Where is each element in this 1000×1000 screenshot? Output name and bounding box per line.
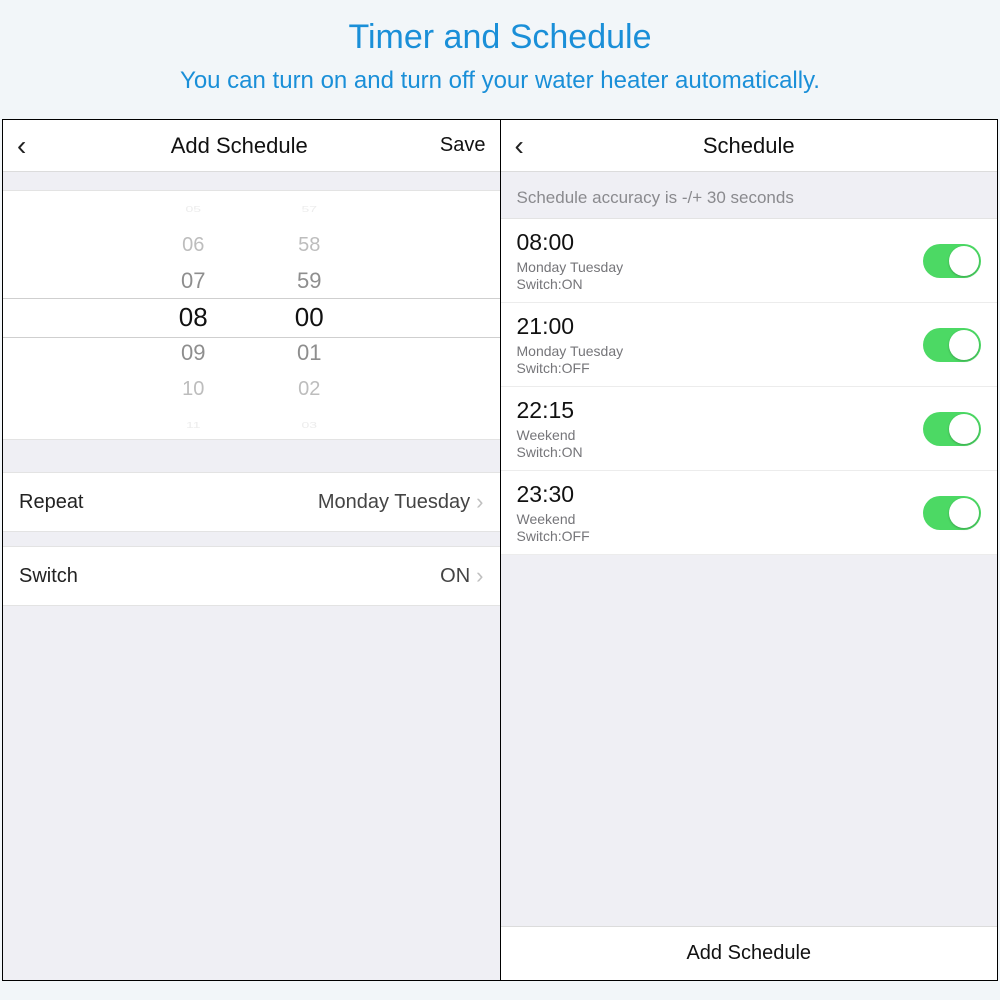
screenshots-row: ‹ Add Schedule Save 05 06 07 08 09 10 11…: [2, 119, 998, 981]
schedule-switch-state: Switch:ON: [517, 444, 924, 460]
page-title: Schedule: [551, 133, 948, 159]
schedule-days: Monday Tuesday: [517, 259, 924, 275]
picker-option[interactable]: 09: [148, 335, 238, 371]
repeat-row[interactable]: Repeat Monday Tuesday ›: [3, 472, 500, 532]
schedule-item[interactable]: 22:15 Weekend Switch:ON: [501, 387, 998, 471]
enable-toggle[interactable]: [923, 244, 981, 278]
schedule-switch-state: Switch:OFF: [517, 360, 924, 376]
schedule-switch-state: Switch:OFF: [517, 528, 924, 544]
picker-option[interactable]: 06: [148, 227, 238, 263]
schedule-item[interactable]: 23:30 Weekend Switch:OFF: [501, 471, 998, 555]
marketing-banner: Timer and Schedule You can turn on and t…: [0, 0, 1000, 109]
page-title: Add Schedule: [53, 133, 426, 159]
picker-option[interactable]: 03: [264, 414, 354, 436]
schedule-list-screen: ‹ Schedule Schedule accuracy is -/+ 30 s…: [500, 120, 998, 980]
picker-option-selected[interactable]: 08: [148, 299, 238, 335]
schedule-time: 22:15: [517, 397, 924, 424]
back-button[interactable]: ‹: [515, 132, 551, 160]
schedule-time: 08:00: [517, 229, 924, 256]
chevron-right-icon: ›: [476, 489, 483, 515]
save-button[interactable]: Save: [426, 134, 486, 157]
picker-option[interactable]: 05: [148, 198, 238, 220]
picker-selection-band: [3, 298, 500, 338]
picker-option[interactable]: 58: [264, 227, 354, 263]
picker-option-selected[interactable]: 00: [264, 299, 354, 335]
navbar: ‹ Schedule: [501, 120, 998, 172]
banner-title: Timer and Schedule: [0, 18, 1000, 57]
schedule-days: Weekend: [517, 511, 924, 527]
switch-row[interactable]: Switch ON ›: [3, 546, 500, 606]
picker-option[interactable]: 10: [148, 371, 238, 407]
back-button[interactable]: ‹: [17, 132, 53, 160]
enable-toggle[interactable]: [923, 328, 981, 362]
schedule-switch-state: Switch:ON: [517, 276, 924, 292]
picker-option[interactable]: 02: [264, 371, 354, 407]
picker-option[interactable]: 01: [264, 335, 354, 371]
picker-option[interactable]: 59: [264, 263, 354, 299]
repeat-label: Repeat: [19, 491, 318, 514]
picker-option[interactable]: 57: [264, 198, 354, 220]
add-schedule-button[interactable]: Add Schedule: [501, 926, 998, 980]
schedule-item[interactable]: 21:00 Monday Tuesday Switch:OFF: [501, 303, 998, 387]
chevron-right-icon: ›: [476, 563, 483, 589]
switch-value: ON: [440, 565, 470, 588]
enable-toggle[interactable]: [923, 496, 981, 530]
repeat-value: Monday Tuesday: [318, 491, 470, 514]
picker-option[interactable]: 07: [148, 263, 238, 299]
picker-option[interactable]: 11: [148, 414, 238, 436]
accuracy-note: Schedule accuracy is -/+ 30 seconds: [501, 172, 998, 218]
schedule-item[interactable]: 08:00 Monday Tuesday Switch:ON: [501, 219, 998, 303]
enable-toggle[interactable]: [923, 412, 981, 446]
schedule-time: 21:00: [517, 313, 924, 340]
schedule-days: Weekend: [517, 427, 924, 443]
navbar: ‹ Add Schedule Save: [3, 120, 500, 172]
add-schedule-screen: ‹ Add Schedule Save 05 06 07 08 09 10 11…: [3, 120, 500, 980]
switch-label: Switch: [19, 565, 440, 588]
time-picker[interactable]: 05 06 07 08 09 10 11 57 58 59 00 01 02 0…: [3, 190, 500, 440]
hour-wheel[interactable]: 05 06 07 08 09 10 11: [148, 191, 238, 439]
schedule-days: Monday Tuesday: [517, 343, 924, 359]
schedule-list: 08:00 Monday Tuesday Switch:ON 21:00 Mon…: [501, 218, 998, 555]
minute-wheel[interactable]: 57 58 59 00 01 02 03: [264, 191, 354, 439]
banner-subtitle: You can turn on and turn off your water …: [0, 67, 1000, 95]
schedule-time: 23:30: [517, 481, 924, 508]
